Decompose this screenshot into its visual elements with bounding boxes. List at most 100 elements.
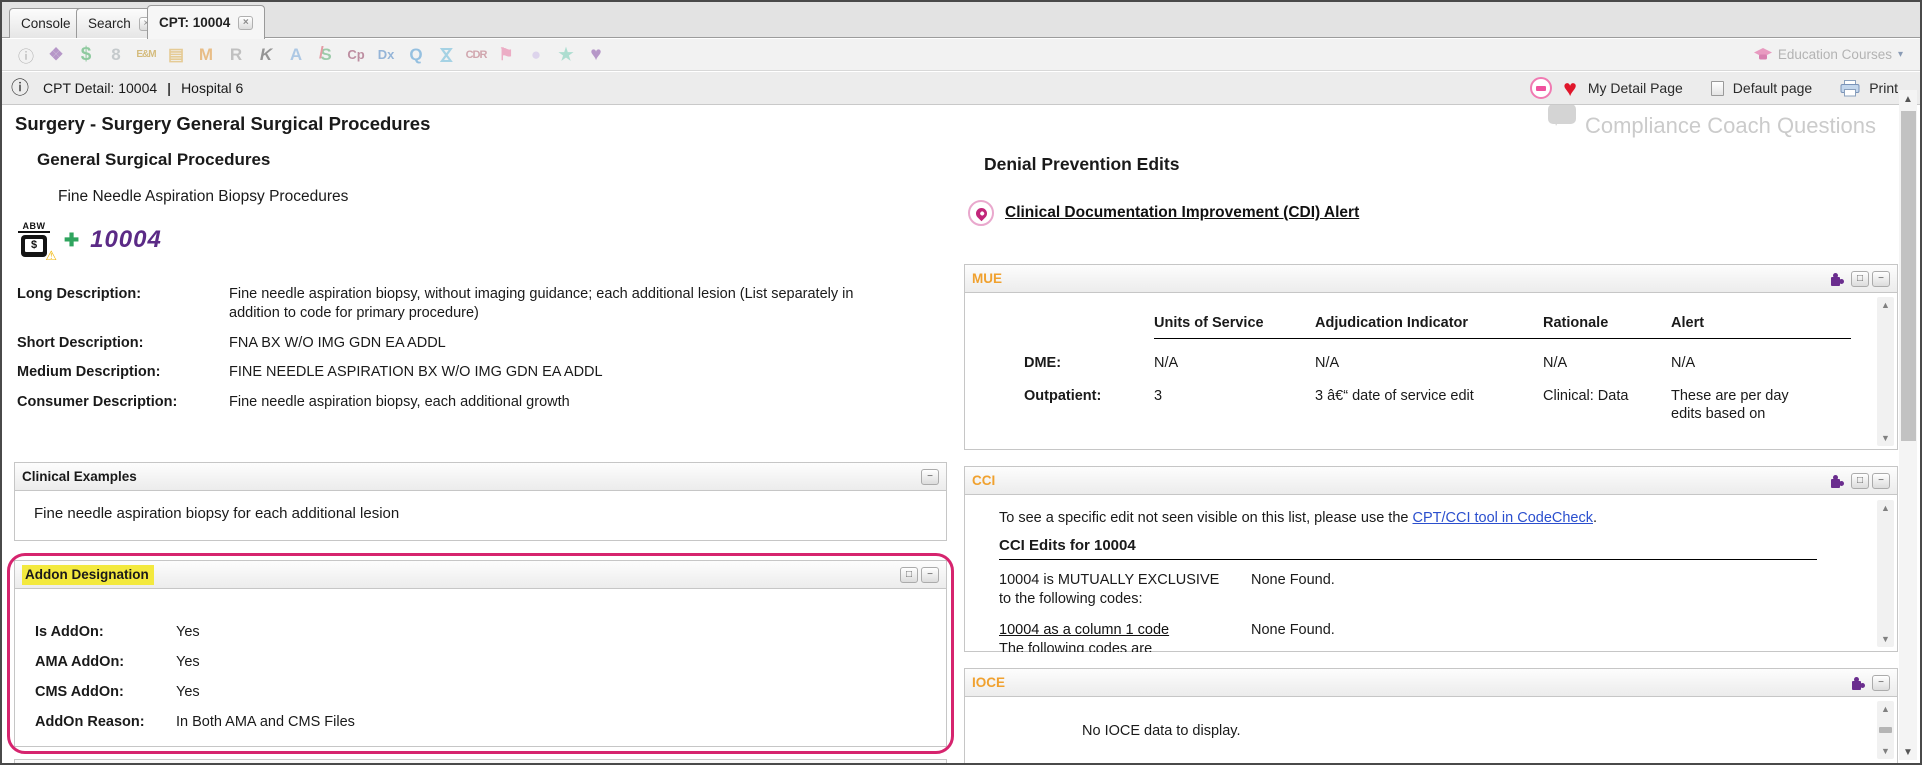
description-value: Fine needle aspiration biopsy, each addi… — [229, 393, 931, 412]
mue-scrollbar[interactable]: ▲ ▼ — [1877, 297, 1894, 446]
my-detail-page-button[interactable]: My Detail Page — [1588, 80, 1683, 96]
code-search-icon[interactable]: Q — [401, 45, 431, 65]
dollar-icon[interactable]: $ — [71, 44, 101, 66]
cdr-icon[interactable]: CDR — [461, 49, 491, 61]
ioce-scrollbar[interactable]: ▲ ▼ — [1877, 701, 1894, 759]
description-label: Long Description: — [17, 285, 229, 323]
ioce-empty-text: No IOCE data to display. — [1082, 723, 1241, 739]
ioce-panel: IOCE − No IOCE data to display. ▲ ▼ — [964, 668, 1898, 764]
detail-header-bar: ⓘ CPT Detail: 10004 | Hospital 6 ♥ My De… — [2, 72, 1920, 105]
ioce-title: IOCE — [972, 675, 1005, 690]
maximize-button[interactable]: □ — [1851, 473, 1869, 489]
header-actions: ♥ My Detail Page Default page Print — [1530, 77, 1920, 99]
speech-bubble-icon — [1548, 104, 1576, 124]
walking-person-icon[interactable]: K — [251, 45, 281, 65]
link-icon[interactable]: 8 — [101, 45, 131, 65]
rvu-r-icon[interactable]: R — [221, 45, 251, 65]
mue-cell: N/A — [1671, 339, 1851, 372]
mue-row-label: DME: — [1024, 339, 1154, 372]
scroll-thumb[interactable] — [1879, 727, 1892, 733]
printer-icon — [1840, 80, 1860, 97]
mue-cell: These are per day edits based on — [1671, 372, 1813, 423]
cpt-cci-tool-link[interactable]: CPT/CCI tool in CodeCheck — [1412, 510, 1593, 526]
page-scrollbar[interactable]: ▲ ▼ — [1899, 90, 1917, 760]
close-icon[interactable]: × — [238, 16, 253, 30]
flag-icon[interactable]: ⚑ — [491, 45, 521, 65]
speech-bubble-icon[interactable]: ● — [521, 45, 551, 65]
description-label: Consumer Description: — [17, 393, 229, 412]
puzzle-icon[interactable] — [1829, 473, 1845, 489]
minimize-button[interactable]: − — [921, 567, 939, 583]
mue-header: MUE □ − — [965, 265, 1897, 293]
description-row: Consumer Description: Fine needle aspira… — [17, 393, 937, 412]
descriptions: Long Description: Fine needle aspiration… — [17, 285, 937, 422]
cpt-detail-window: Console Search × CPT: 10004 × ⓘ ❖ $ 8 E&… — [0, 0, 1922, 765]
scroll-down-icon[interactable]: ▼ — [1899, 747, 1917, 758]
description-value: Fine needle aspiration biopsy, without i… — [229, 285, 869, 323]
chevron-down-icon: ▾ — [1898, 49, 1903, 60]
tab-cpt-10004[interactable]: CPT: 10004 × — [147, 5, 265, 39]
addon-designation-body: Is AddOn: Yes AMA AddOn: Yes CMS AddOn: … — [15, 589, 946, 732]
heart-badge-icon[interactable]: ♥ — [581, 44, 611, 66]
minimize-button[interactable]: − — [921, 469, 939, 485]
scroll-down-icon[interactable]: ▼ — [1877, 746, 1894, 756]
mue-cell: 3 â€“ date of service edit — [1315, 372, 1497, 423]
minimize-button[interactable]: − — [1872, 675, 1890, 691]
mue-column-header: Alert — [1671, 313, 1851, 339]
scroll-up-icon[interactable]: ▲ — [1877, 300, 1894, 310]
mue-panel: MUE □ − Units of Service Adjudication In… — [964, 264, 1898, 450]
scroll-up-icon[interactable]: ▲ — [1899, 94, 1917, 105]
education-courses-dropdown[interactable]: Education Courses ▾ — [1754, 47, 1911, 62]
hourglass-icon[interactable]: ⋈ — [436, 40, 456, 70]
maximize-button[interactable]: □ — [1851, 271, 1869, 287]
puzzle-icon[interactable] — [1850, 675, 1866, 691]
add-code-icon[interactable]: ✚ — [64, 230, 79, 251]
mue-table: Units of Service Adjudication Indicator … — [1024, 313, 1897, 423]
remove-favorite-button[interactable] — [1530, 77, 1552, 99]
default-page-button[interactable]: Default page — [1733, 80, 1812, 96]
scroll-up-icon[interactable]: ▲ — [1877, 704, 1894, 714]
cp-icon[interactable]: Cp — [341, 47, 371, 62]
cci-edit-result: None Found. — [1251, 571, 1857, 609]
maximize-button[interactable]: □ — [900, 567, 918, 583]
abw-device: $ — [21, 235, 47, 257]
addon-value: Yes — [176, 623, 200, 642]
minimize-button[interactable]: − — [1872, 271, 1890, 287]
dx-icon[interactable]: Dx — [371, 47, 401, 62]
cci-edit-result: None Found. — [1251, 621, 1857, 652]
tab-console[interactable]: Console — [9, 8, 83, 38]
info-icon[interactable]: ⓘ — [11, 43, 41, 67]
cci-edit-description: 10004 as a column 1 code The following c… — [999, 621, 1251, 652]
addon-value: Yes — [176, 683, 200, 702]
scroll-down-icon[interactable]: ▼ — [1877, 433, 1894, 443]
scroll-thumb[interactable] — [1901, 111, 1916, 441]
heart-icon[interactable]: ♥ — [1563, 78, 1577, 98]
books-icon[interactable]: ▤ — [161, 45, 191, 65]
code-row: ABW $ ⚠ ✚ 10004 — [15, 221, 162, 259]
cdi-alert-row: Clinical Documentation Improvement (CDI)… — [968, 200, 1359, 226]
description-row: Medium Description: FINE NEEDLE ASPIRATI… — [17, 363, 937, 382]
puzzle-icon[interactable] — [1829, 271, 1845, 287]
compliance-coach-label: Compliance Coach Questions — [1585, 113, 1876, 139]
column-1-code-link[interactable]: 10004 as a column 1 code — [999, 622, 1169, 638]
puzzle-icon[interactable]: ❖ — [41, 45, 71, 65]
medicare-m-icon[interactable]: M — [191, 45, 221, 65]
addon-label: AddOn Reason: — [35, 713, 176, 732]
annotation-a-icon[interactable]: A — [281, 45, 311, 65]
scroll-up-icon[interactable]: ▲ — [1877, 503, 1894, 513]
clinical-examples-title: Clinical Examples — [22, 469, 137, 484]
tab-console-label: Console — [21, 16, 71, 31]
warning-icon: ⚠ — [45, 248, 57, 264]
abw-icon: ABW $ ⚠ — [15, 221, 53, 259]
star-icon[interactable]: ★ — [551, 45, 581, 65]
scroll-down-icon[interactable]: ▼ — [1877, 634, 1894, 644]
cci-scrollbar[interactable]: ▲ ▼ — [1877, 500, 1894, 647]
addon-value: Yes — [176, 653, 200, 672]
s-slash-icon[interactable]: S/ — [311, 45, 341, 65]
cdi-alert-link[interactable]: Clinical Documentation Improvement (CDI)… — [1005, 204, 1359, 222]
mue-title: MUE — [972, 271, 1002, 286]
minimize-button[interactable]: − — [1872, 473, 1890, 489]
print-button[interactable]: Print — [1869, 80, 1898, 96]
mue-row-label: Outpatient: — [1024, 372, 1154, 423]
em-icon[interactable]: E&M — [131, 49, 161, 60]
